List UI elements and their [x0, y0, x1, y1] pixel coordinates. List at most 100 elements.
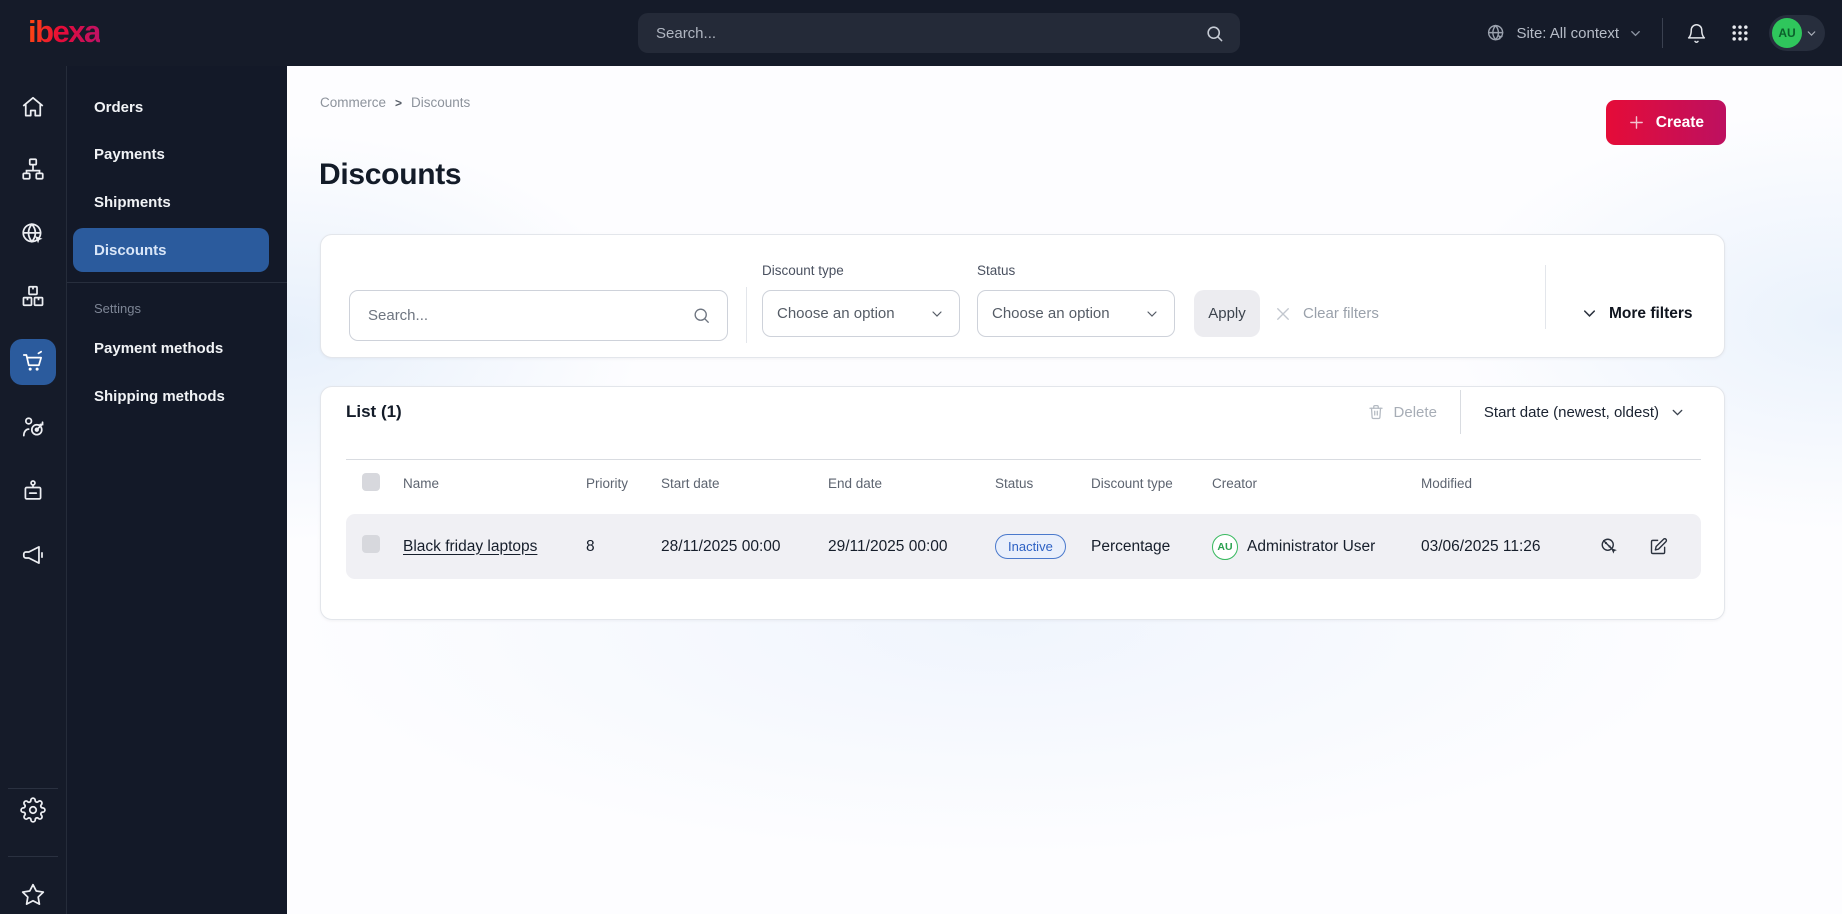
user-menu-button[interactable]: AU: [1769, 15, 1825, 51]
sitemap-icon: [20, 156, 46, 182]
clear-filters-button[interactable]: Clear filters: [1268, 290, 1385, 337]
list-tools: Delete Start date (newest, oldest): [1361, 389, 1692, 435]
globe-cursor-icon: [20, 221, 46, 247]
submenu-item-shipments[interactable]: Shipments: [73, 180, 269, 224]
search-icon: [692, 306, 711, 325]
x-icon: [1274, 305, 1292, 323]
sidebar-item-admin[interactable]: [20, 797, 46, 823]
delete-button[interactable]: Delete: [1361, 402, 1443, 422]
site-globe-icon: [1486, 23, 1507, 44]
sort-button[interactable]: Start date (newest, oldest): [1478, 403, 1692, 422]
row-checkbox[interactable]: [362, 535, 380, 553]
boxes-icon: [20, 283, 46, 309]
clear-filters-label: Clear filters: [1303, 305, 1379, 322]
chevron-down-icon: [1144, 306, 1160, 322]
column-header-start-date: Start date: [661, 475, 720, 491]
filter-divider: [1545, 265, 1546, 329]
column-header-discount-type: Discount type: [1091, 475, 1173, 491]
status-select[interactable]: Choose an option: [977, 290, 1175, 337]
create-button[interactable]: Create: [1605, 100, 1726, 145]
edit-icon: [1648, 536, 1669, 557]
deactivate-discount-icon: [1599, 536, 1620, 557]
column-header-status: Status: [995, 475, 1034, 491]
submenu-item-orders[interactable]: Orders: [73, 85, 269, 129]
sidebar-item-site[interactable]: [20, 221, 46, 247]
submenu-item-label: Orders: [94, 98, 144, 116]
submenu-item-payment-methods[interactable]: Payment methods: [73, 326, 269, 370]
edit-discount-button[interactable]: [1646, 534, 1671, 559]
discount-list-card: List (1) Delete Start date (newest, olde…: [320, 386, 1725, 620]
filter-search[interactable]: [349, 290, 728, 341]
list-title: List (1): [346, 402, 402, 421]
row-end-date: 29/11/2025 00:00: [828, 537, 948, 555]
status-badge: Inactive: [995, 534, 1066, 559]
star-icon: [20, 882, 46, 908]
list-divider: [346, 459, 1701, 460]
global-search-input[interactable]: [654, 23, 1205, 43]
row-modified: 03/06/2025 11:26: [1421, 537, 1541, 555]
sidebar-item-customer-targeting[interactable]: [20, 414, 46, 440]
sidebar-item-home[interactable]: [20, 94, 46, 120]
submenu-divider: [67, 282, 288, 283]
discount-type-select[interactable]: Choose an option: [762, 290, 960, 337]
topbar: ibexa Site: All context: [0, 0, 1842, 66]
chevron-down-icon: [1805, 27, 1818, 40]
submenu-item-discounts[interactable]: Discounts: [73, 228, 269, 272]
row-discount-type: Percentage: [1091, 537, 1171, 555]
breadcrumb-discounts[interactable]: Discounts: [411, 95, 470, 110]
chevron-down-icon: [1628, 26, 1643, 41]
plus-icon: [1628, 114, 1645, 131]
sort-button-label: Start date (newest, oldest): [1483, 403, 1659, 421]
cart-icon: [20, 349, 46, 375]
sidebar-item-content-tree[interactable]: [20, 156, 46, 182]
discount-type-value: Choose an option: [777, 305, 895, 322]
deactivate-discount-button[interactable]: [1597, 534, 1622, 559]
column-header-end-date: End date: [828, 475, 883, 491]
filter-divider: [746, 287, 747, 343]
discount-name-link[interactable]: Black friday laptops: [403, 538, 537, 555]
discount-type-label: Discount type: [762, 263, 844, 278]
sidebar-item-bookmarks[interactable]: [20, 882, 46, 908]
submenu-section-settings: Settings: [94, 301, 141, 316]
sidebar-icon-rail: [0, 66, 66, 914]
sidebar-item-commerce[interactable]: [10, 339, 56, 385]
submenu-item-shipping-methods[interactable]: Shipping methods: [73, 374, 269, 418]
sidebar-item-members[interactable]: [20, 478, 46, 504]
chevron-down-icon: [929, 306, 945, 322]
trash-icon: [1367, 403, 1385, 421]
breadcrumb-separator: >: [395, 95, 403, 110]
submenu-item-payments[interactable]: Payments: [73, 132, 269, 176]
search-icon: [1205, 24, 1224, 43]
ibexa-logo[interactable]: ibexa: [28, 14, 101, 50]
more-filters-button[interactable]: More filters: [1574, 290, 1699, 337]
user-avatar: AU: [1772, 18, 1802, 48]
submenu-item-label: Payments: [94, 145, 165, 163]
global-search[interactable]: [638, 13, 1240, 53]
app-switcher-button[interactable]: [1726, 19, 1754, 47]
creator-name: Administrator User: [1247, 537, 1376, 555]
bell-icon: [1686, 23, 1707, 44]
select-all-checkbox[interactable]: [362, 472, 380, 491]
submenu-item-label: Shipping methods: [94, 387, 225, 405]
sidebar-item-marketing[interactable]: [20, 542, 46, 568]
commerce-submenu: Orders Payments Shipments Discounts Sett…: [66, 66, 288, 914]
submenu-item-label: Shipments: [94, 193, 171, 211]
filter-search-input[interactable]: [366, 306, 692, 325]
breadcrumb: Commerce > Discounts: [320, 95, 470, 110]
rail-divider: [8, 856, 58, 857]
sidebar-item-products[interactable]: [20, 283, 46, 309]
notifications-button[interactable]: [1682, 19, 1711, 48]
chevron-down-icon: [1669, 404, 1686, 421]
gear-icon: [20, 797, 46, 823]
megaphone-icon: [20, 542, 46, 568]
home-icon: [20, 94, 46, 120]
topbar-divider: [1662, 18, 1663, 48]
breadcrumb-commerce[interactable]: Commerce: [320, 95, 386, 110]
delete-button-label: Delete: [1393, 403, 1437, 421]
site-context-selector[interactable]: Site: All context: [1486, 23, 1643, 44]
page-title: Discounts: [319, 158, 462, 191]
filter-card: Discount type Choose an option Status Ch…: [320, 234, 1725, 358]
apply-button[interactable]: Apply: [1194, 290, 1260, 337]
site-context-label: Site: All context: [1516, 24, 1619, 42]
create-button-label: Create: [1655, 113, 1704, 131]
